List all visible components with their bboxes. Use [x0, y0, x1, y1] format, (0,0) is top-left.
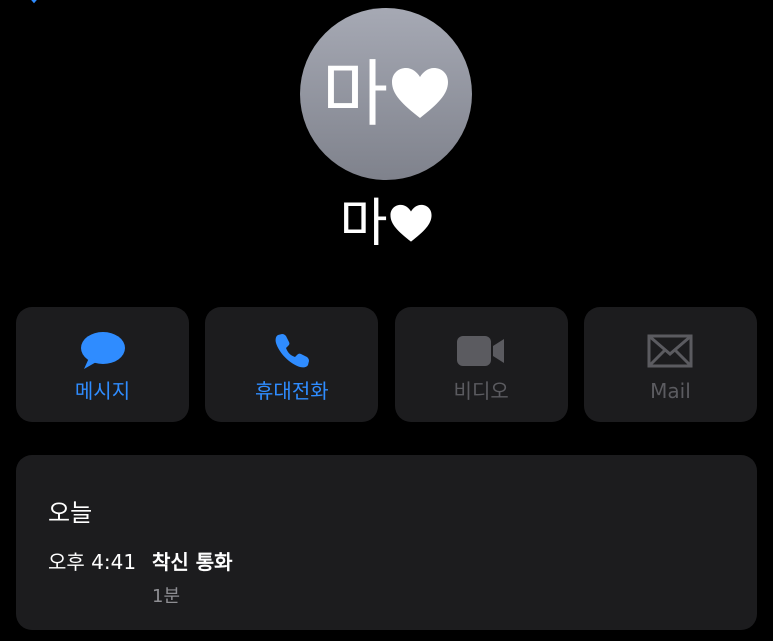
mobile-call-button-label: 휴대전화: [255, 379, 329, 403]
call-duration: 1분: [152, 586, 181, 607]
mail-envelope-icon: [647, 334, 693, 368]
heart-icon: [392, 68, 449, 118]
call-type: 착신 통화: [152, 550, 233, 574]
heart-icon: [390, 204, 432, 242]
message-button-label: 메시지: [74, 379, 131, 403]
phone-icon: [275, 334, 309, 368]
contact-detail-screen: 마 마 메시지 휴대전화 비디오 Mail 오늘 오후 4:41 착신 통화 1…: [0, 0, 773, 641]
mail-button[interactable]: Mail: [583, 307, 757, 422]
avatar-initial: 마: [321, 52, 389, 136]
recents-heading: 오늘: [48, 499, 93, 527]
mail-button-label: Mail: [650, 379, 691, 403]
contact-avatar: 마: [300, 8, 472, 180]
contact-name: 마: [0, 198, 773, 250]
recent-calls-card: 오늘 오후 4:41 착신 통화 1분: [16, 455, 757, 630]
quick-actions: 메시지 휴대전화 비디오 Mail: [16, 307, 757, 422]
video-camera-icon: [457, 336, 505, 366]
message-bubble-icon: [80, 332, 125, 369]
mobile-call-button[interactable]: 휴대전화: [205, 307, 379, 422]
call-time: 오후 4:41: [48, 550, 137, 574]
video-button-label: 비디오: [453, 379, 509, 403]
message-button[interactable]: 메시지: [16, 307, 189, 422]
video-button[interactable]: 비디오: [394, 307, 568, 422]
contact-name-text: 마: [339, 194, 388, 254]
back-chevron-icon[interactable]: [24, 0, 42, 4]
